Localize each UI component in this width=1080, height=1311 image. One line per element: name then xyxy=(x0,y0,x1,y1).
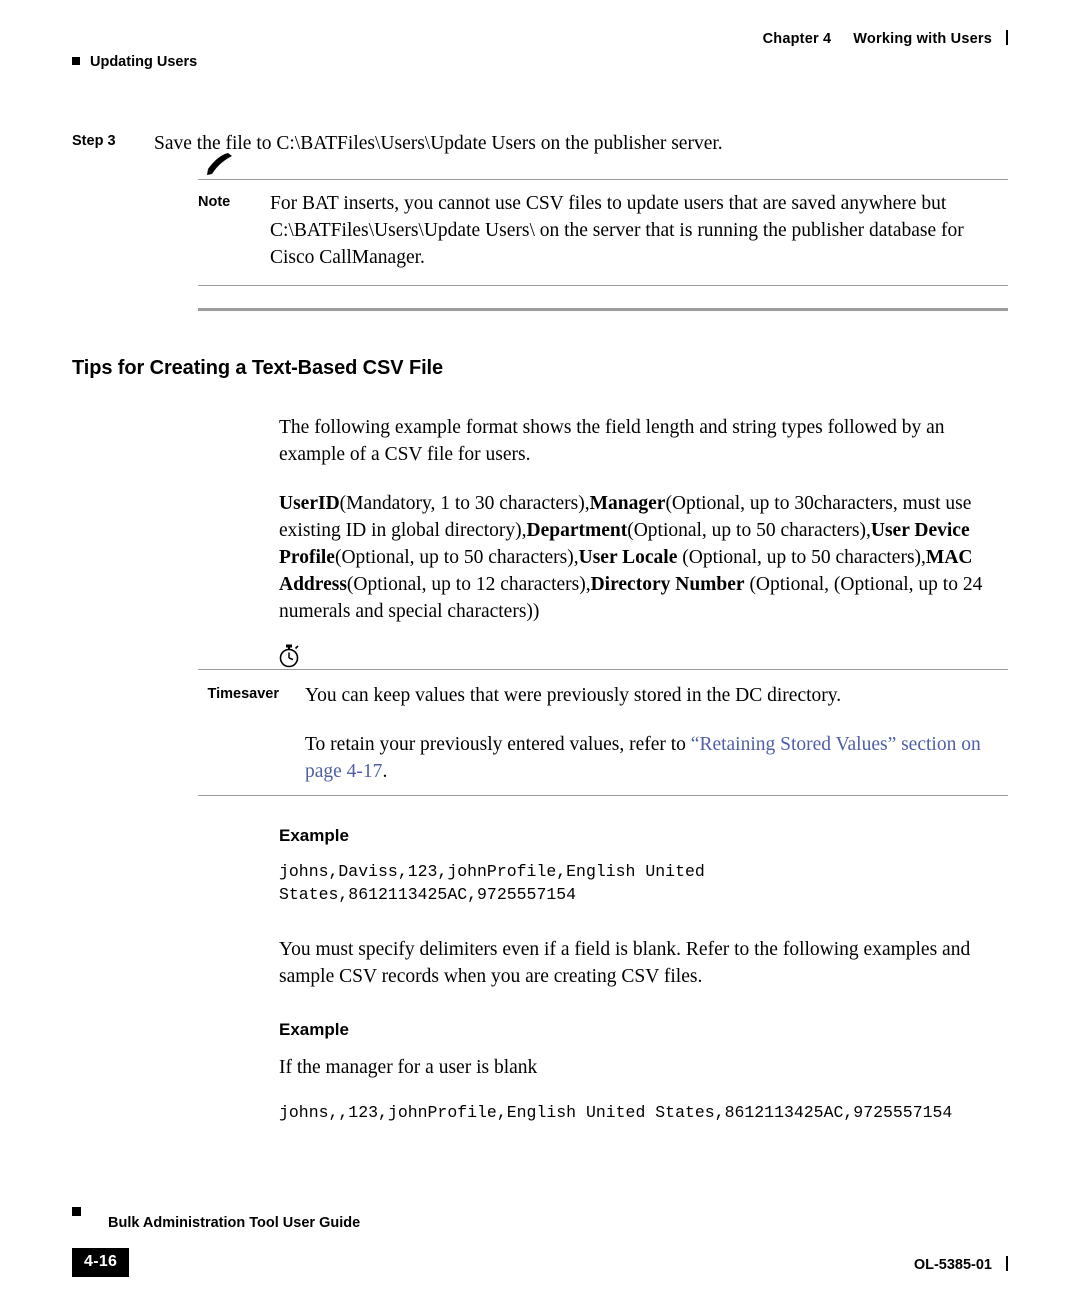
example-heading-1: Example xyxy=(279,826,349,845)
header-running-head: Updating Users xyxy=(72,54,197,70)
section-title: Tips for Creating a Text-Based CSV File xyxy=(72,357,444,379)
format-userid-desc: (Mandatory, 1 to 30 characters), xyxy=(339,493,590,514)
format-user-locale-label: User Locale xyxy=(578,547,678,568)
running-head-label: Updating Users xyxy=(90,54,198,70)
format-department-desc: (Optional, up to 50 characters), xyxy=(627,520,871,541)
timesaver-bottom-rule xyxy=(198,795,1008,796)
format-manager-label: Manager xyxy=(589,493,666,514)
pencil-note-icon xyxy=(206,151,246,177)
delimiters-paragraph: You must specify delimiters even if a fi… xyxy=(279,939,971,987)
note-bottom-rule xyxy=(198,285,1008,286)
timesaver-line-1: You can keep values that were previously… xyxy=(305,685,842,706)
header-chapter-info: Chapter 4 Working with Users xyxy=(763,30,1008,47)
step-label: Step 3 xyxy=(72,133,116,149)
footer-doc-id: OL-5385-01 xyxy=(914,1256,1008,1273)
timesaver-block: Timesaver You can keep values that were … xyxy=(198,644,1008,796)
example-heading-2: Example xyxy=(279,1020,349,1039)
stopwatch-icon xyxy=(276,643,302,669)
document-page: Chapter 4 Working with Users Updating Use… xyxy=(0,0,1080,1311)
example-2-lead: If the manager for a user is blank xyxy=(279,1057,538,1078)
doc-id-label: OL-5385-01 xyxy=(913,1257,992,1273)
timesaver-body: Timesaver You can keep values that were … xyxy=(198,670,1008,795)
step-text: Save the file to C:\BATFiles\Users\Updat… xyxy=(154,133,723,154)
format-spec-paragraph: UserID(Mandatory, 1 to 30 characters),Ma… xyxy=(279,490,1008,625)
timesaver-text: You can keep values that were previously… xyxy=(279,682,1008,785)
note-body: Note For BAT inserts, you cannot use CSV… xyxy=(198,180,1008,285)
format-mac-address-desc: (Optional, up to 12 characters), xyxy=(346,574,591,595)
page-number-badge: 4-16 xyxy=(72,1248,130,1277)
page-header: Chapter 4 Working with Users Updating Use… xyxy=(72,30,1008,80)
section-intro-paragraph: The following example format shows the f… xyxy=(279,417,945,465)
header-chapter-title: Working with Users xyxy=(853,31,992,47)
page-content: Step 3 Save the file to C:\BATFiles\User… xyxy=(72,130,1008,1124)
timesaver-line-2-post: . xyxy=(382,761,388,782)
header-chapter-number: Chapter 4 xyxy=(762,31,832,47)
note-text: For BAT inserts, you cannot use CSV file… xyxy=(270,193,964,268)
example-code-1: johns,Daviss,123,johnProfile,English Uni… xyxy=(279,862,705,904)
timesaver-line-2-pre: To retain your previously entered values… xyxy=(305,734,691,755)
format-directory-number-label: Directory Number xyxy=(590,574,745,595)
example-code-2: johns,,123,johnProfile,English United St… xyxy=(279,1103,953,1122)
timesaver-line-2: To retain your previously entered values… xyxy=(305,731,1008,785)
note-label: Note xyxy=(198,194,231,210)
footer-guide-title: Bulk Administration Tool User Guide xyxy=(108,1215,361,1231)
format-device-profile-desc: (Optional, up to 50 characters), xyxy=(334,547,579,568)
format-user-locale-desc: (Optional, up to 50 characters), xyxy=(677,547,926,568)
header-rule-icon xyxy=(1006,30,1008,45)
format-userid-label: UserID xyxy=(279,493,340,514)
format-department-label: Department xyxy=(526,520,628,541)
timesaver-label: Timesaver xyxy=(207,686,279,702)
square-bullet-icon xyxy=(72,57,80,65)
footer-rule-icon xyxy=(1006,1256,1008,1271)
note-block: Note For BAT inserts, you cannot use CSV… xyxy=(198,153,1008,286)
section-divider xyxy=(198,308,1008,311)
footer-square-bullet-icon xyxy=(72,1207,81,1216)
page-footer: Bulk Administration Tool User Guide 4-16… xyxy=(72,1207,1008,1277)
